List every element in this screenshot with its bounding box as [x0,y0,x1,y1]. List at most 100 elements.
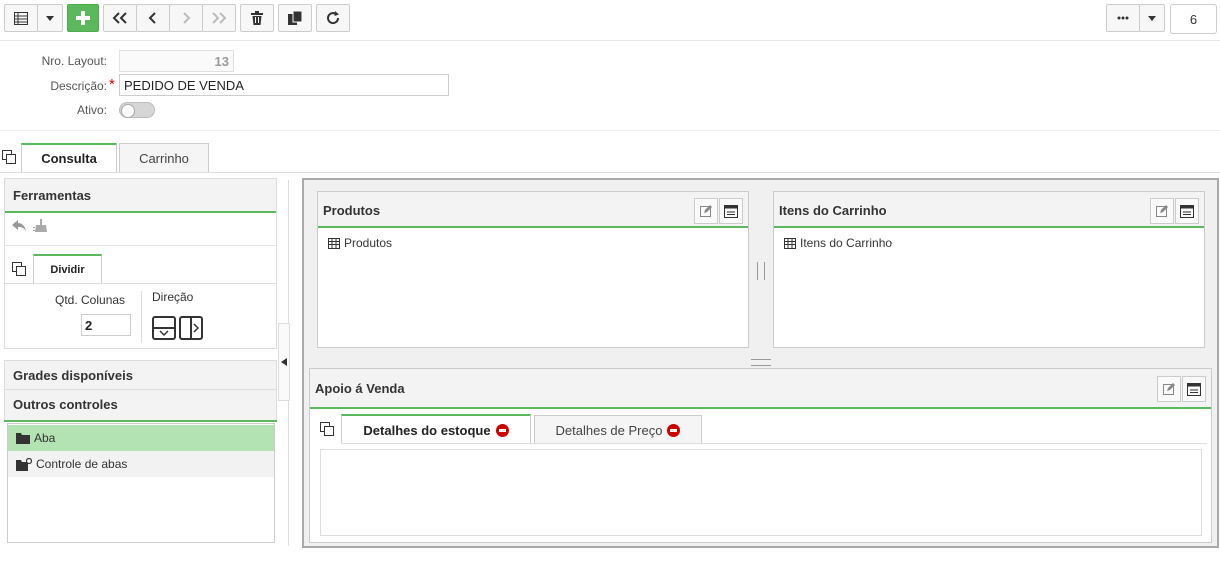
table-icon [784,237,796,249]
window-icon [724,204,738,218]
list-item-label: Controle de abas [36,457,128,471]
record-count: 6 [1170,4,1217,34]
products-grid-label: Produtos [344,236,393,250]
cart-items-box-title: Itens do Carrinho [779,203,887,218]
folder-icon [16,433,30,444]
next-icon [183,12,191,24]
cart-items-box[interactable]: Itens do Carrinho Itens do Carrinho [773,191,1205,348]
more-dropdown-button[interactable] [1139,4,1165,32]
layout-number-field: 13 [119,50,234,72]
view-toggle-button[interactable] [4,4,38,32]
required-marker: * [109,76,115,93]
view-dropdown-button[interactable] [37,4,63,32]
refresh-icon [327,11,340,25]
window-icon [1180,204,1194,218]
tab-dividir[interactable]: Dividir [33,254,102,283]
tools-panel: Ferramentas Dividir Qtd. Colunas 2 Direç… [4,178,277,349]
description-label: Descrição: [50,79,107,93]
form-divider [0,130,1220,131]
table-view-icon [14,11,28,25]
column-splitter[interactable] [757,262,765,280]
tab-consulta[interactable]: Consulta [21,143,117,172]
remove-tab-icon[interactable] [667,423,681,437]
dropdown-icon [46,15,54,21]
table-icon [328,237,340,249]
products-box-header [318,192,748,228]
last-icon [212,12,227,24]
columns-value: 2 [85,318,93,333]
window-button[interactable] [1175,198,1199,224]
copy-icon[interactable] [320,422,334,439]
last-record-button[interactable] [202,4,236,32]
undo-icon[interactable] [12,220,26,234]
folder-gear-icon [16,457,32,471]
window-button[interactable] [719,198,743,224]
edit-button[interactable] [694,198,718,224]
other-controls-header[interactable]: Outros controles [4,390,277,421]
layout-number-label: Nro. Layout: [41,54,107,68]
list-item-label: Aba [34,431,56,445]
remove-tab-icon[interactable] [495,423,509,437]
other-controls-title: Outros controles [13,397,118,412]
previous-record-button[interactable] [136,4,170,32]
tab-price-details[interactable]: Detalhes de Preço [534,415,702,444]
edit-icon [1156,205,1168,217]
tools-underline [5,211,276,213]
refresh-button[interactable] [316,4,350,32]
columns-input[interactable]: 2 [81,314,131,336]
copy-button[interactable] [278,4,312,32]
available-grids-title: Grades disponíveis [13,368,133,383]
window-icon [1187,382,1201,396]
other-controls-underline [4,420,277,422]
list-item-controle-de-abas[interactable]: Controle de abas [8,451,274,477]
products-box-title: Produtos [323,203,381,218]
sales-support-box-header [310,369,1211,409]
more-options-button[interactable] [1106,4,1140,32]
active-toggle[interactable] [119,102,155,118]
collapse-left-icon [281,358,287,366]
row-splitter[interactable] [751,359,771,366]
chevron-down-icon [1148,15,1156,21]
split-horizontal-icon[interactable] [179,316,203,343]
edit-button[interactable] [1150,198,1174,224]
more-icon [1117,16,1129,20]
sales-support-box[interactable]: Apoio á Venda Detalhes do estoque Detalh… [309,368,1212,543]
first-record-button[interactable] [103,4,137,32]
direction-label: Direção [152,290,194,304]
tab-carrinho[interactable]: Carrinho [119,143,209,172]
list-item-aba[interactable]: Aba [8,425,274,451]
tab-stock-details[interactable]: Detalhes do estoque [341,414,531,444]
tab-price-details-label: Detalhes de Preço [555,422,663,438]
sales-support-tabs-baseline [341,443,1207,444]
columns-divider [141,291,142,343]
add-button[interactable] [67,4,99,32]
broom-icon[interactable] [33,219,47,235]
columns-label: Qtd. Colunas [55,293,126,307]
products-grid-item[interactable]: Produtos [328,236,392,250]
copy-icon[interactable] [12,262,26,279]
copy-icon[interactable] [2,150,16,167]
cart-items-grid-label: Itens do Carrinho [800,236,893,250]
active-label: Ativo: [76,103,107,117]
collapse-panel-button[interactable] [278,323,290,401]
description-input[interactable]: PEDIDO DE VENDA [119,74,449,96]
cart-items-grid-item[interactable]: Itens do Carrinho [784,236,892,250]
split-vertical-icon[interactable] [152,316,176,343]
split-tab-baseline [5,283,276,284]
tools-divider [5,245,276,246]
window-button[interactable] [1182,376,1206,402]
copy-icon [288,11,302,25]
previous-icon [148,12,156,24]
delete-icon [251,11,263,25]
sales-support-box-title: Apoio á Venda [315,381,405,396]
delete-button[interactable] [240,4,274,32]
tabs-baseline [0,172,1220,173]
next-record-button[interactable] [169,4,203,32]
edit-icon [700,205,712,217]
edit-button[interactable] [1157,376,1181,402]
add-icon [76,11,90,25]
layout-number-value: 13 [214,54,229,69]
tools-title: Ferramentas [13,188,92,203]
available-grids-header[interactable]: Grades disponíveis [4,360,277,390]
products-box[interactable]: Produtos Produtos [317,191,749,348]
